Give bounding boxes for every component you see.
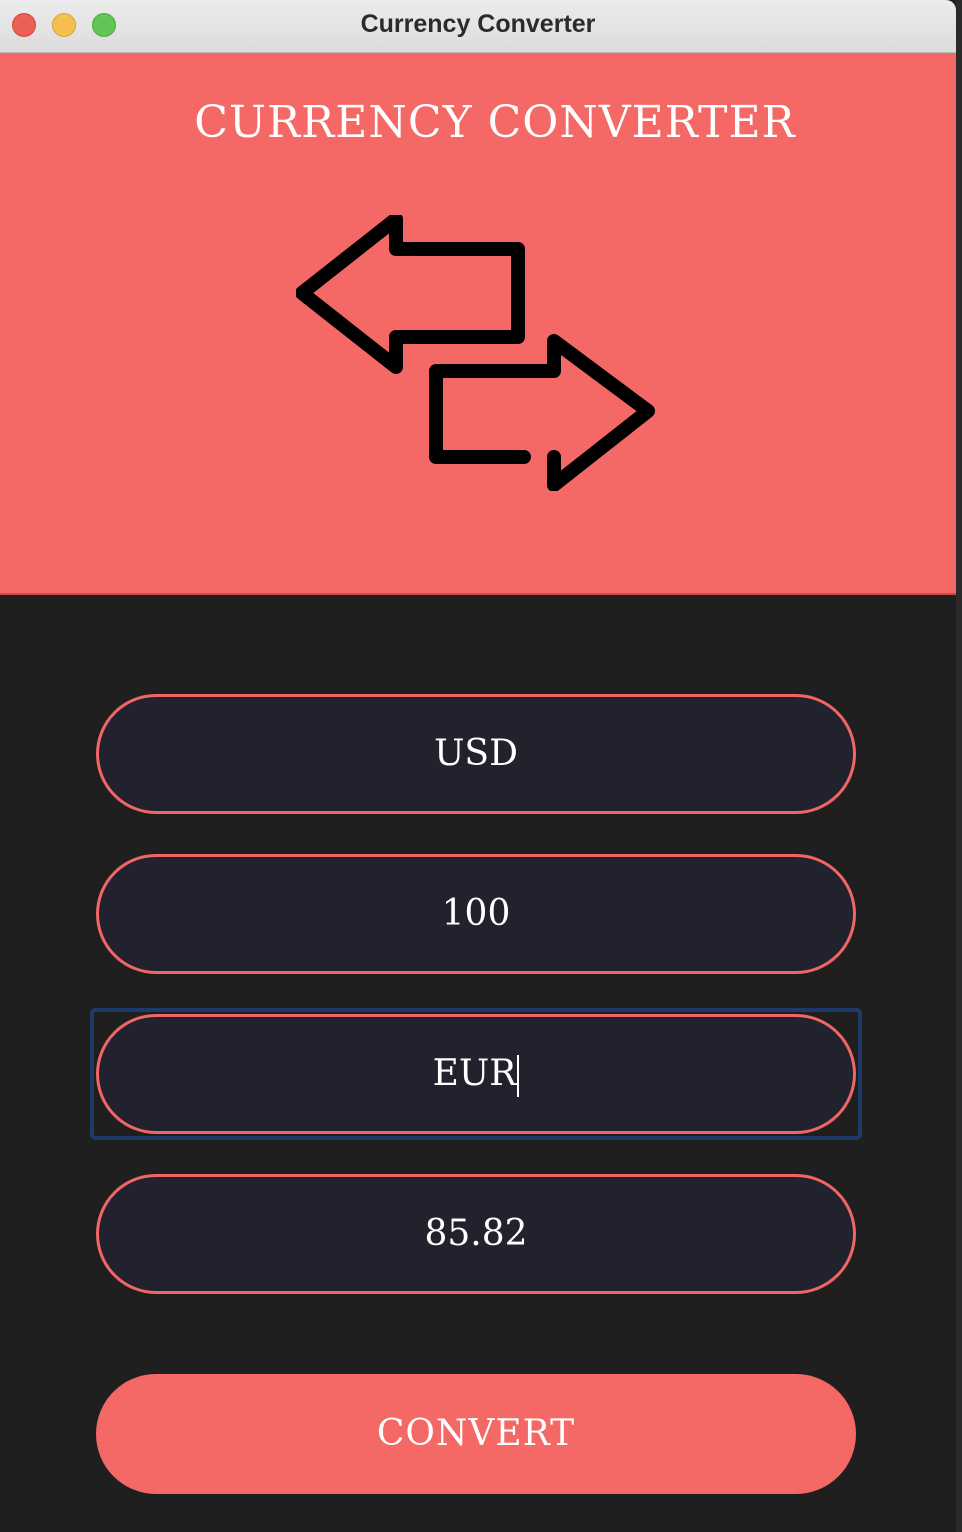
result-field[interactable]: 85.82 [96,1174,856,1294]
background-window-edge [956,0,962,1532]
page-title: CURRENCY CONVERTER [194,97,796,148]
amount-input[interactable]: 100 [96,854,856,974]
title-bar: Currency Converter [0,0,956,53]
to-currency-input[interactable]: EUR [96,1014,856,1134]
convert-button[interactable]: CONVERT [96,1374,856,1494]
app-window: Currency Converter CURRENCY CONVERTER US… [0,0,956,1532]
swap-arrows-icon [296,215,655,491]
header-banner: CURRENCY CONVERTER [0,53,956,595]
text-caret [517,1055,520,1097]
to-currency-value: EUR [432,1053,517,1094]
from-currency-input[interactable]: USD [96,694,856,814]
window-title: Currency Converter [360,10,596,38]
amount-value: 100 [441,893,511,934]
result-value: 85.82 [424,1213,528,1254]
from-currency-value: USD [434,733,518,774]
